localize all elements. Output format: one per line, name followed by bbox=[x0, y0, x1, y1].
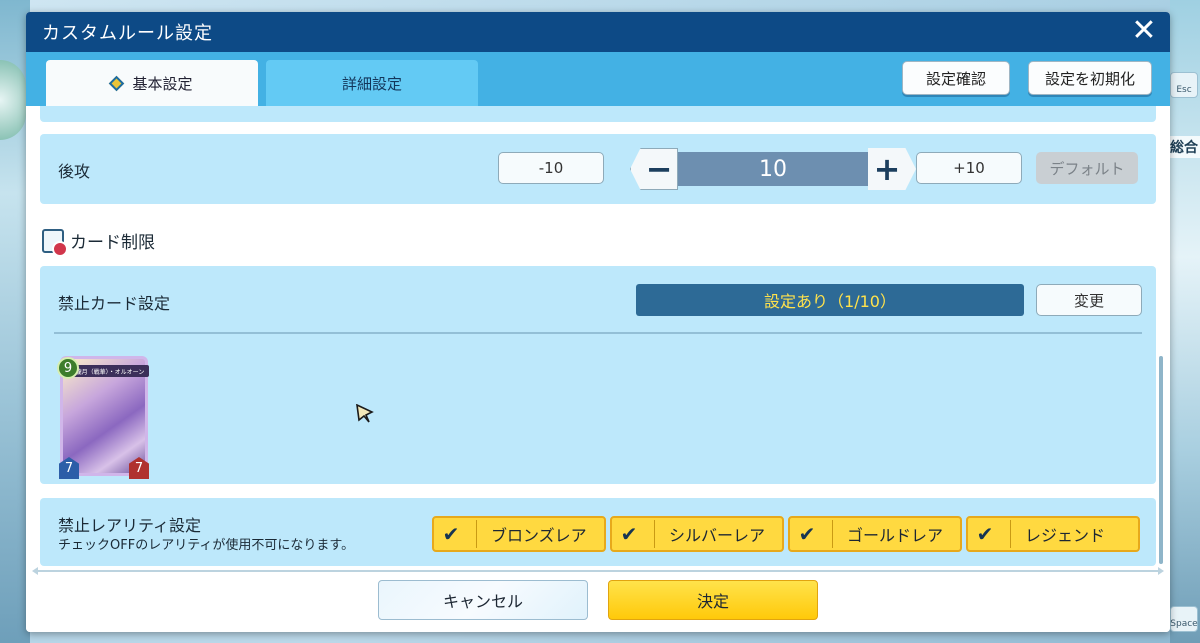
tab-detail-settings[interactable]: 詳細設定 bbox=[266, 60, 478, 106]
tab-basic-settings[interactable]: 基本設定 bbox=[46, 60, 258, 106]
card-ban-icon bbox=[42, 228, 68, 257]
stepper-value: 10 bbox=[678, 152, 868, 186]
space-key-hint[interactable]: Space bbox=[1170, 606, 1198, 632]
rarity-row: 禁止レアリティ設定 チェックOFFのレアリティが使用不可になります。 ✔ ブロン… bbox=[40, 498, 1156, 566]
custom-rule-dialog: カスタムルール設定 ✕ 基本設定 詳細設定 設定確認 設定を初期化 後攻 -10… bbox=[26, 12, 1170, 632]
card-attack: 7 bbox=[59, 457, 79, 479]
mouse-cursor-icon bbox=[356, 404, 374, 423]
reset-settings-button[interactable]: 設定を初期化 bbox=[1028, 61, 1152, 95]
dialog-titlebar: カスタムルール設定 ✕ bbox=[26, 12, 1170, 52]
checkbox-label: レジェンド bbox=[1025, 526, 1106, 545]
side-category-label: 総合 bbox=[1168, 136, 1200, 158]
card-name-banner: 朧月（戦華）・オルオーン bbox=[71, 365, 149, 377]
change-button[interactable]: 変更 bbox=[1036, 284, 1142, 316]
ok-button[interactable]: 決定 bbox=[608, 580, 818, 620]
section-title: カード制限 bbox=[70, 233, 155, 253]
rarity-checkbox-bronze[interactable]: ✔ ブロンズレア bbox=[432, 516, 606, 552]
dialog-footer: キャンセル 決定 bbox=[26, 566, 1170, 632]
settings-content: 後攻 -10 − 10 + +10 デフォルト カード制限 禁止カード設定 設定… bbox=[26, 106, 1170, 566]
panel-divider bbox=[54, 332, 1142, 334]
checkbox-separator bbox=[654, 520, 655, 548]
tab-label: 詳細設定 bbox=[341, 74, 402, 93]
tab-label: 基本設定 bbox=[132, 74, 193, 93]
rarity-label: 禁止レアリティ設定 bbox=[58, 516, 202, 535]
checkbox-separator bbox=[832, 520, 833, 548]
confirm-settings-button[interactable]: 設定確認 bbox=[902, 61, 1010, 95]
rarity-checkbox-legend[interactable]: ✔ レジェンド bbox=[966, 516, 1140, 552]
checkbox-label: シルバーレア bbox=[669, 526, 766, 545]
dialog-title: カスタムルール設定 bbox=[42, 23, 213, 44]
second-player-label: 後攻 bbox=[58, 162, 91, 181]
banned-cards-label: 禁止カード設定 bbox=[58, 294, 171, 313]
active-tab-diamond-icon bbox=[109, 75, 125, 91]
cancel-button[interactable]: キャンセル bbox=[378, 580, 588, 620]
default-button[interactable]: デフォルト bbox=[1036, 152, 1138, 184]
checkbox-separator bbox=[1010, 520, 1011, 548]
footer-divider bbox=[32, 567, 1164, 575]
card-defense: 7 bbox=[129, 457, 149, 479]
value-stepper: − 10 + bbox=[630, 148, 916, 190]
card-cost: 9 bbox=[57, 357, 79, 379]
plus-10-button[interactable]: +10 bbox=[916, 152, 1022, 184]
banned-cards-panel: 禁止カード設定 設定あり（1/10） 変更 朧月（戦華）・オルオーン 9 7 7 bbox=[40, 266, 1156, 484]
check-icon: ✔ bbox=[620, 522, 638, 546]
previous-row-panel bbox=[40, 106, 1156, 122]
rarity-note: チェックOFFのレアリティが使用不可になります。 bbox=[58, 538, 355, 553]
rarity-checkbox-silver[interactable]: ✔ シルバーレア bbox=[610, 516, 784, 552]
check-icon: ✔ bbox=[976, 522, 994, 546]
content-scrollbar[interactable] bbox=[1159, 356, 1163, 564]
increment-button[interactable]: + bbox=[868, 148, 916, 190]
esc-key-hint[interactable]: Esc bbox=[1170, 72, 1198, 98]
checkbox-label: ブロンズレア bbox=[491, 526, 587, 545]
banned-card-thumbnail[interactable]: 朧月（戦華）・オルオーン 9 7 7 bbox=[57, 356, 149, 479]
check-icon: ✔ bbox=[798, 522, 816, 546]
check-icon: ✔ bbox=[442, 522, 460, 546]
minus-10-button[interactable]: -10 bbox=[498, 152, 604, 184]
second-player-row: 後攻 -10 − 10 + +10 デフォルト bbox=[40, 134, 1156, 204]
checkbox-label: ゴールドレア bbox=[847, 526, 944, 545]
close-icon[interactable]: ✕ bbox=[1130, 16, 1158, 46]
decrement-button[interactable]: − bbox=[630, 148, 678, 190]
tab-bar: 基本設定 詳細設定 設定確認 設定を初期化 bbox=[26, 52, 1170, 106]
card-restriction-header: カード制限 bbox=[42, 228, 155, 257]
banned-status-bar: 設定あり（1/10） bbox=[636, 284, 1024, 316]
rarity-checkbox-gold[interactable]: ✔ ゴールドレア bbox=[788, 516, 962, 552]
checkbox-separator bbox=[476, 520, 477, 548]
